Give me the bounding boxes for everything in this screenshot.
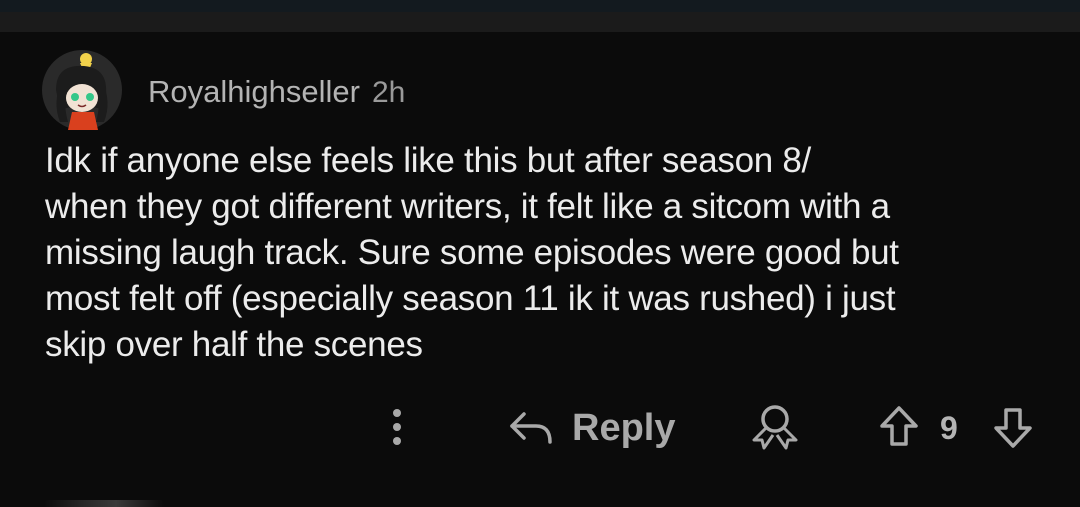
comment-body: Idk if anyone else feels like this but a… [45,138,1045,368]
reply-label: Reply [572,406,676,449]
avatar[interactable] [42,50,122,130]
comment-line: Idk if anyone else feels like this but a… [45,141,811,180]
more-vertical-icon [393,409,401,445]
vote-count: 9 [940,410,958,446]
comment-line: skip over half the scenes [45,325,423,364]
avatar-character-icon [42,50,122,130]
upvote-arrow-icon [880,406,918,446]
next-comment-avatar-edge [44,500,164,507]
comment-line: most felt off (especially season 11 ik i… [45,279,896,318]
downvote-arrow-icon [994,408,1032,448]
award-icon [752,405,798,450]
downvote-button[interactable] [990,404,1036,450]
comment-actions: Reply 9 [0,398,1080,458]
upvote-button[interactable] [876,404,922,450]
comment-line: when they got different writers, it felt… [45,187,890,226]
comment-header: Royalhighseller 2h [148,74,405,114]
divider [0,12,1080,32]
reply-arrow-icon [510,412,552,444]
top-bar [0,0,1080,12]
timestamp: 2h [371,76,406,109]
more-options-button[interactable] [380,402,414,452]
author-name[interactable]: Royalhighseller [148,74,360,110]
comment-screen: Royalhighseller 2h Idk if anyone else fe… [0,0,1080,507]
comment-line: missing laugh track. Sure some episodes … [45,233,899,272]
award-button[interactable] [748,402,802,454]
reply-button[interactable]: Reply [508,398,675,458]
